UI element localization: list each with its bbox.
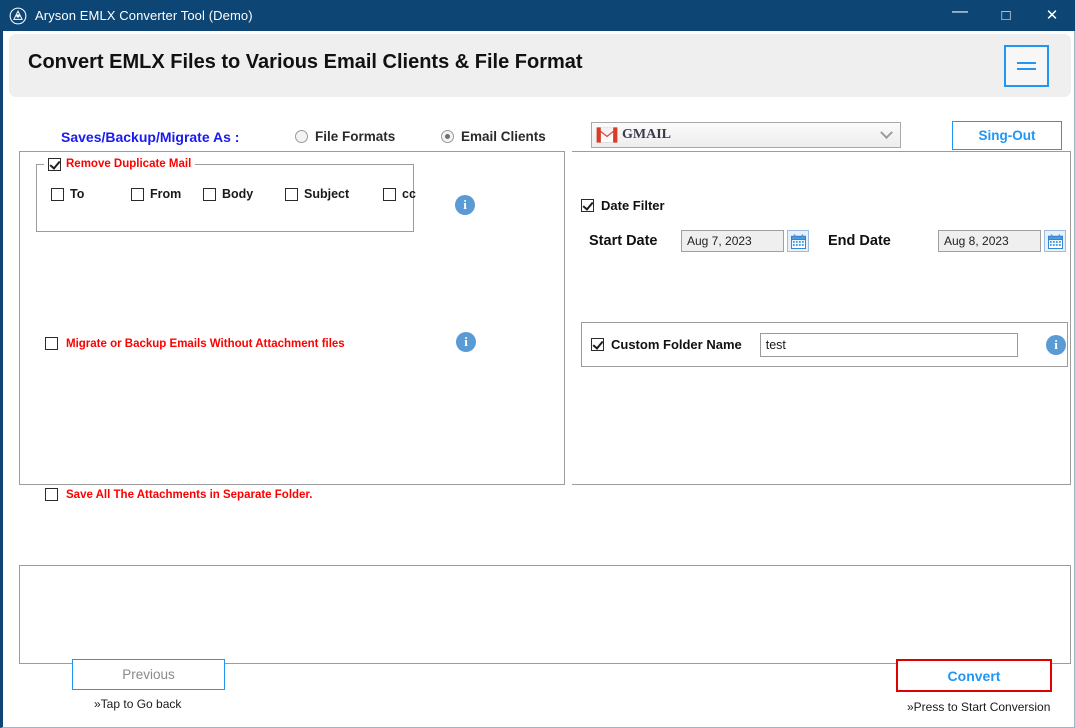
remove-duplicate-mail-checkbox[interactable] — [48, 157, 61, 171]
end-date-input[interactable]: Aug 8, 2023 — [938, 230, 1041, 252]
custom-folder-name-label: Custom Folder Name — [611, 337, 742, 352]
checkbox-to-box — [51, 187, 64, 201]
title-bar: Aryson EMLX Converter Tool (Demo) — □ ✕ — [0, 0, 1075, 31]
separate-folder-option[interactable]: Save All The Attachments in Separate Fol… — [45, 488, 312, 501]
radio-file-formats[interactable]: File Formats — [295, 129, 395, 144]
hamburger-line — [1017, 62, 1036, 64]
chevron-down-icon — [880, 125, 893, 139]
previous-caption: »Tap to Go back — [94, 697, 182, 711]
aryson-logo-icon — [9, 7, 27, 24]
no-attachment-option[interactable]: Migrate or Backup Emails Without Attachm… — [45, 337, 345, 350]
remove-duplicate-mail-legend[interactable]: Remove Duplicate Mail — [44, 156, 196, 172]
calendar-icon — [1047, 233, 1063, 249]
start-date-label: Start Date — [589, 233, 658, 249]
remove-duplicate-mail-group: Remove Duplicate Mail To From Body Subje… — [36, 156, 416, 232]
no-attachment-checkbox[interactable] — [45, 337, 58, 350]
conversion-log-panel — [19, 565, 1071, 664]
calendar-icon — [790, 233, 806, 249]
previous-button[interactable]: Previous — [72, 659, 225, 690]
radio-file-formats-indicator — [295, 130, 308, 143]
radio-file-formats-label: File Formats — [315, 129, 396, 144]
checkbox-cc[interactable]: cc — [383, 187, 416, 201]
start-date-input[interactable]: Aug 7, 2023 — [681, 230, 784, 252]
maximize-button[interactable]: □ — [983, 0, 1029, 31]
right-options-panel: Date Filter Start Date Aug 7, 2023 End D… — [572, 151, 1071, 485]
checkbox-to[interactable]: To — [51, 187, 131, 201]
checkbox-subject-label: Subject — [304, 187, 350, 201]
left-options-panel: Remove Duplicate Mail To From Body Subje… — [19, 151, 565, 501]
custom-folder-name-input[interactable]: test — [759, 332, 1018, 357]
checkbox-cc-label: cc — [402, 187, 416, 201]
header-band: Convert EMLX Files to Various Email Clie… — [9, 34, 1071, 97]
checkbox-subject-box — [285, 187, 298, 201]
remove-duplicate-mail-label: Remove Duplicate Mail — [66, 158, 192, 170]
info-icon-custom-folder[interactable]: i — [1046, 335, 1066, 355]
date-filter-checkbox[interactable] — [581, 199, 594, 212]
separate-folder-checkbox[interactable] — [45, 488, 58, 501]
checkbox-body-label: Body — [222, 187, 254, 201]
radio-email-clients-indicator — [441, 130, 454, 143]
custom-folder-name-checkbox[interactable] — [591, 338, 604, 351]
email-client-select[interactable]: GMAIL — [591, 122, 901, 148]
convert-caption: »Press to Start Conversion — [907, 700, 1051, 714]
window-body: Convert EMLX Files to Various Email Clie… — [0, 31, 1075, 728]
info-icon-duplicate[interactable]: i — [455, 195, 475, 215]
hamburger-line — [1017, 68, 1036, 70]
info-icon-no-attachment[interactable]: i — [456, 332, 476, 352]
checkbox-from-box — [131, 187, 144, 201]
date-filter-option[interactable]: Date Filter — [581, 198, 665, 213]
checkbox-to-label: To — [70, 187, 85, 201]
window-controls: — □ ✕ — [937, 0, 1075, 31]
checkbox-subject[interactable]: Subject — [285, 187, 383, 201]
duplicate-field-checkboxes: To From Body Subject cc — [51, 187, 416, 201]
end-date-label: End Date — [828, 233, 891, 249]
minimize-button[interactable]: — — [937, 0, 983, 31]
checkbox-body[interactable]: Body — [203, 187, 285, 201]
checkbox-body-box — [203, 187, 216, 201]
checkbox-cc-box — [383, 187, 396, 201]
radio-email-clients[interactable]: Email Clients — [441, 129, 546, 144]
checkbox-from-label: From — [150, 187, 182, 201]
calendar-icon-start[interactable] — [787, 230, 809, 252]
gmail-logo-icon — [596, 127, 618, 143]
radio-email-clients-label: Email Clients — [461, 129, 546, 144]
saves-backup-migrate-label: Saves/Backup/Migrate As : — [61, 129, 240, 145]
hamburger-menu-icon[interactable] — [1004, 45, 1049, 87]
calendar-icon-end[interactable] — [1044, 230, 1066, 252]
custom-folder-name-option[interactable]: Custom Folder Name — [591, 337, 742, 352]
no-attachment-label: Migrate or Backup Emails Without Attachm… — [66, 337, 345, 350]
separate-folder-label: Save All The Attachments in Separate Fol… — [66, 488, 313, 501]
sign-out-button[interactable]: Sing-Out — [952, 121, 1062, 150]
custom-folder-name-box: Custom Folder Name test i — [581, 322, 1068, 367]
checkbox-from[interactable]: From — [131, 187, 203, 201]
date-filter-label: Date Filter — [601, 198, 665, 213]
window-title: Aryson EMLX Converter Tool (Demo) — [35, 8, 253, 23]
convert-button[interactable]: Convert — [896, 659, 1052, 692]
email-client-value: GMAIL — [622, 127, 671, 142]
page-title: Convert EMLX Files to Various Email Clie… — [28, 51, 583, 73]
close-button[interactable]: ✕ — [1029, 0, 1075, 31]
date-range-row: Start Date Aug 7, 2023 End Date Aug 8, 2… — [581, 230, 1071, 254]
